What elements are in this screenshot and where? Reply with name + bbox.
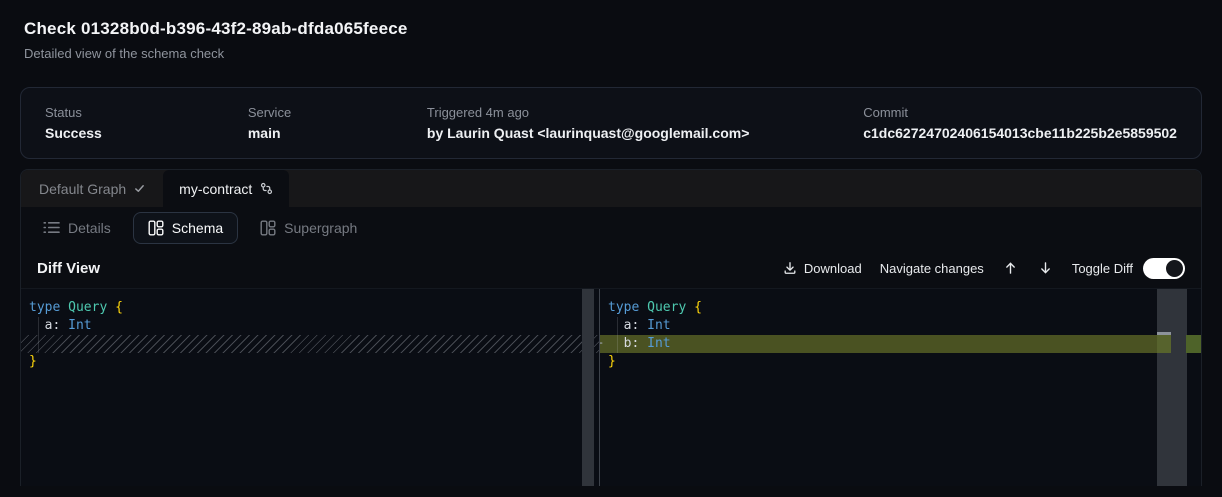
download-label: Download bbox=[804, 261, 862, 276]
graph-tab-bar: Default Graph my-contract bbox=[21, 170, 1201, 207]
status-label: Status bbox=[45, 105, 248, 120]
arrow-down-icon bbox=[1039, 261, 1052, 275]
code-line: a: Int bbox=[21, 317, 599, 335]
arrow-up-icon bbox=[1004, 261, 1017, 275]
code-line: type Query { bbox=[600, 299, 1201, 317]
diff-actions: Download Navigate changes Toggle Diff bbox=[783, 258, 1185, 279]
diff-toolbar: Diff View Download Navigate changes bbox=[21, 248, 1201, 289]
code-before: type Query { a: Int} bbox=[21, 299, 599, 371]
service-value: main bbox=[248, 125, 427, 141]
columns-icon bbox=[148, 220, 164, 236]
view-tab-label: Supergraph bbox=[284, 220, 357, 236]
view-tab-label: Schema bbox=[172, 220, 223, 236]
tab-schema[interactable]: Schema bbox=[133, 212, 238, 244]
left-pane-scrollbar[interactable] bbox=[582, 289, 594, 486]
tab-details[interactable]: Details bbox=[37, 213, 117, 243]
right-pane-scrollbar[interactable] bbox=[1157, 289, 1201, 486]
code-line: } bbox=[600, 353, 1201, 371]
download-button[interactable]: Download bbox=[783, 261, 862, 276]
indent-guide bbox=[38, 317, 39, 353]
code-line: } bbox=[21, 353, 599, 371]
code-after: type Query { a: Int+ b: Int} bbox=[600, 299, 1201, 371]
diff-pane-after[interactable]: type Query { a: Int+ b: Int} bbox=[599, 289, 1201, 486]
code-line: a: Int bbox=[600, 317, 1201, 335]
toggle-diff-control: Toggle Diff bbox=[1072, 258, 1185, 279]
list-icon bbox=[43, 220, 60, 235]
added-line-scroll-tint bbox=[1157, 335, 1171, 353]
schema-diff-editor: type Query { a: Int} type Query { a: Int… bbox=[21, 289, 1201, 486]
toggle-diff-label: Toggle Diff bbox=[1072, 261, 1133, 276]
graph-tab-label: Default Graph bbox=[39, 181, 126, 197]
tab-supergraph[interactable]: Supergraph bbox=[254, 213, 363, 243]
next-change-button[interactable] bbox=[1037, 259, 1054, 277]
view-tab-bar: Details Schema Supergraph bbox=[21, 207, 1201, 248]
commit-label: Commit bbox=[863, 105, 1177, 120]
indent-guide bbox=[617, 317, 618, 353]
service-field: Service main bbox=[248, 105, 427, 141]
switch-knob bbox=[1166, 260, 1183, 277]
git-compare-icon bbox=[260, 182, 273, 195]
triggered-field: Triggered 4m ago by Laurin Quast <laurin… bbox=[427, 105, 863, 141]
previous-change-button[interactable] bbox=[1002, 259, 1019, 277]
tab-default-graph[interactable]: Default Graph bbox=[21, 170, 163, 207]
triggered-value: by Laurin Quast <laurinquast@googlemail.… bbox=[427, 125, 863, 141]
navigate-changes-label: Navigate changes bbox=[880, 261, 984, 276]
commit-value: c1dc62724702406154013cbe11b225b2e5859502 bbox=[863, 125, 1177, 141]
page-header: Check 01328b0d-b396-43f2-89ab-dfda065fee… bbox=[0, 0, 1222, 61]
commit-field: Commit c1dc62724702406154013cbe11b225b2e… bbox=[863, 105, 1177, 141]
schema-check-panel: Default Graph my-contract Details bbox=[20, 169, 1202, 486]
download-icon bbox=[783, 261, 797, 275]
diff-placeholder-line bbox=[21, 335, 599, 353]
check-icon bbox=[134, 183, 145, 194]
navigate-changes-button[interactable]: Navigate changes bbox=[880, 261, 984, 276]
toggle-diff-switch[interactable] bbox=[1143, 258, 1185, 279]
tab-my-contract[interactable]: my-contract bbox=[163, 170, 289, 207]
page-subtitle: Detailed view of the schema check bbox=[24, 46, 1198, 61]
service-label: Service bbox=[248, 105, 427, 120]
diff-view-title: Diff View bbox=[37, 260, 100, 277]
columns-icon bbox=[260, 220, 276, 236]
page-title: Check 01328b0d-b396-43f2-89ab-dfda065fee… bbox=[24, 19, 1198, 39]
status-value: Success bbox=[45, 125, 248, 141]
graph-tab-label: my-contract bbox=[179, 181, 252, 197]
check-summary-card: Status Success Service main Triggered 4m… bbox=[20, 87, 1202, 159]
scrollbar-slider[interactable] bbox=[1157, 289, 1187, 486]
status-field: Status Success bbox=[45, 105, 248, 141]
view-tab-label: Details bbox=[68, 220, 111, 236]
diff-pane-before[interactable]: type Query { a: Int} bbox=[21, 289, 599, 486]
added-line-plus-marker: + bbox=[599, 335, 603, 353]
scroll-region-tick bbox=[1157, 332, 1171, 335]
overview-ruler-added-marker bbox=[1186, 335, 1201, 353]
triggered-label: Triggered 4m ago bbox=[427, 105, 863, 120]
code-line: + b: Int bbox=[600, 335, 1201, 353]
code-line: type Query { bbox=[21, 299, 599, 317]
